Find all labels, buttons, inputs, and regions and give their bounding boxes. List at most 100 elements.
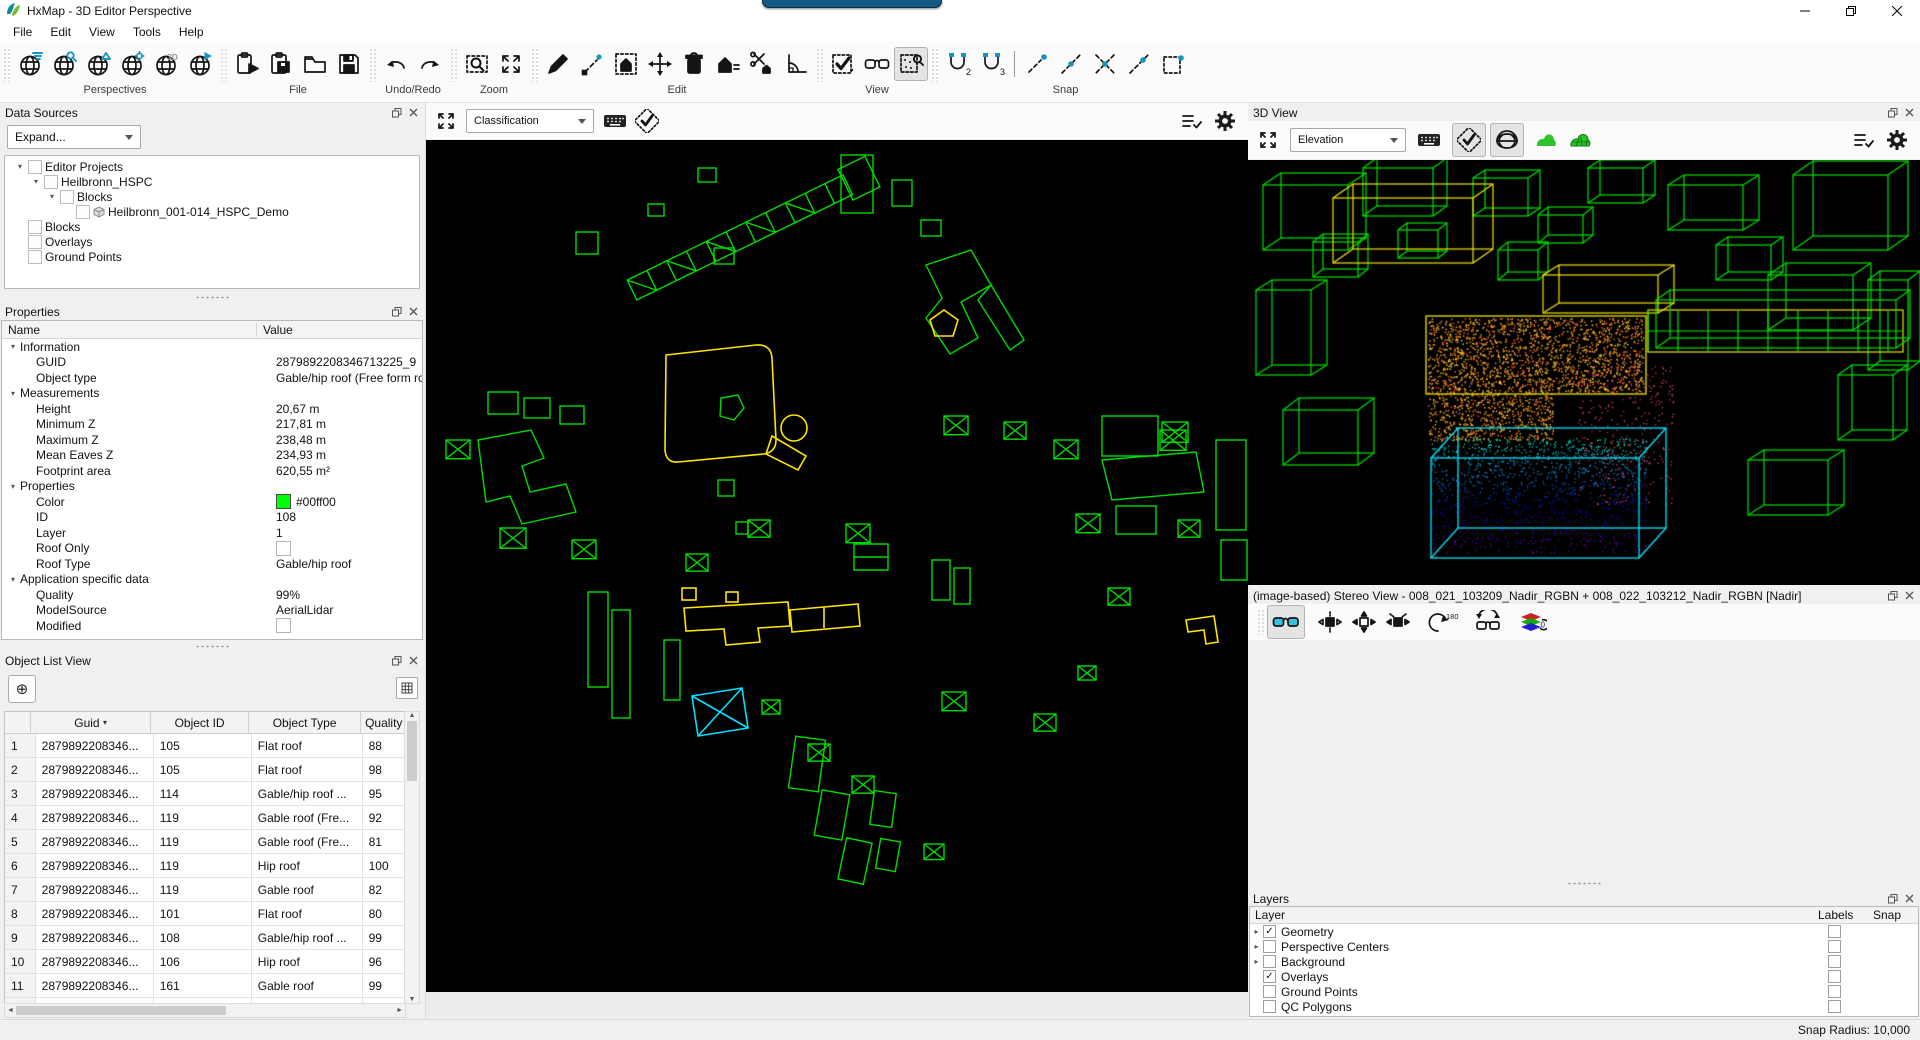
digitize-building-icon[interactable] bbox=[609, 47, 643, 81]
color-swatch[interactable] bbox=[276, 494, 291, 509]
layer-expand-icon[interactable]: ▸ bbox=[1250, 957, 1263, 966]
close-panel-icon[interactable] bbox=[1902, 106, 1916, 119]
tree-item[interactable]: ▾ Heilbronn_001-014_HSPC_Demo bbox=[9, 204, 419, 219]
layer-visibility-checkbox[interactable] bbox=[1263, 1000, 1276, 1013]
group-caret-icon[interactable]: ▾ bbox=[6, 389, 20, 398]
keyboard-icon[interactable] bbox=[1414, 123, 1444, 157]
layer-labels-checkbox[interactable] bbox=[1828, 940, 1841, 953]
group-caret-icon[interactable]: ▾ bbox=[6, 342, 20, 351]
open-folder-icon[interactable] bbox=[298, 47, 332, 81]
table-settings-button[interactable] bbox=[396, 677, 418, 699]
image-view-icon[interactable] bbox=[894, 47, 928, 81]
keyboard-icon[interactable] bbox=[600, 104, 630, 138]
fit-view-icon[interactable] bbox=[432, 107, 460, 135]
property-value-cell[interactable]: 238,48 m bbox=[270, 433, 422, 447]
table-row[interactable]: 3 2879892208346... 114 Gable/hip roof ..… bbox=[5, 782, 405, 806]
visibility-filter-icon[interactable] bbox=[826, 47, 860, 81]
scroll-up-icon[interactable]: ▲ bbox=[409, 712, 416, 719]
angle-icon[interactable] bbox=[779, 47, 813, 81]
property-value-cell[interactable]: AerialLidar bbox=[270, 603, 422, 617]
close-panel-icon[interactable] bbox=[1902, 892, 1916, 905]
scrollbar-thumb[interactable] bbox=[407, 721, 417, 781]
view-list-icon[interactable] bbox=[1846, 123, 1880, 157]
toolbar-grip[interactable] bbox=[816, 48, 823, 82]
move-icon[interactable] bbox=[643, 47, 677, 81]
close-panel-icon[interactable] bbox=[406, 106, 420, 119]
layer-expand-icon[interactable]: ▸ bbox=[1250, 927, 1263, 936]
property-value-cell[interactable]: 620,55 m² bbox=[270, 464, 422, 478]
layer-visibility-checkbox[interactable] bbox=[1263, 940, 1276, 953]
globe-search-icon[interactable] bbox=[47, 47, 81, 81]
restore-button[interactable] bbox=[1828, 0, 1874, 22]
property-checkbox[interactable] bbox=[276, 618, 291, 633]
classify-check-icon[interactable] bbox=[1452, 123, 1486, 157]
property-value-cell[interactable]: 2879892208346713225_9 bbox=[270, 355, 422, 369]
float-panel-icon[interactable] bbox=[1886, 589, 1900, 602]
table-row[interactable]: 9 2879892208346... 108 Gable/hip roof ..… bbox=[5, 926, 405, 950]
float-panel-icon[interactable] bbox=[390, 654, 404, 667]
tree-caret-icon[interactable]: ▾ bbox=[45, 192, 59, 201]
horizontal-scrollbar[interactable]: ◄► bbox=[4, 1003, 406, 1018]
menu-item[interactable]: Help bbox=[170, 23, 213, 41]
snap-nearest-icon[interactable] bbox=[1122, 47, 1156, 81]
property-value-cell[interactable]: 1 bbox=[270, 526, 422, 540]
menu-item[interactable]: Tools bbox=[124, 23, 170, 41]
tree-item[interactable]: ▾ Blocks bbox=[9, 219, 419, 234]
globe-polygon-icon[interactable] bbox=[81, 47, 115, 81]
snap-intersection-icon[interactable] bbox=[1088, 47, 1122, 81]
rotate-180-icon[interactable]: 180 bbox=[1423, 605, 1463, 639]
table-row[interactable]: 7 2879892208346... 119 Gable roof 82 bbox=[5, 878, 405, 902]
object-id-column-header[interactable]: Object ID bbox=[151, 712, 249, 733]
cursor-move-left-icon[interactable] bbox=[1313, 605, 1347, 639]
toolbar-grip[interactable] bbox=[220, 48, 227, 82]
layer-visibility-checkbox[interactable]: ✓ bbox=[1263, 970, 1276, 983]
scroll-left-icon[interactable]: ◄ bbox=[7, 1007, 14, 1014]
classify-check-icon[interactable] bbox=[630, 104, 664, 138]
globe-3d-icon[interactable]: 3D bbox=[149, 47, 183, 81]
globe-filter-icon[interactable] bbox=[13, 47, 47, 81]
layer-row[interactable]: ▸ ✓ Overlays bbox=[1250, 969, 1918, 984]
tree-item[interactable]: ▾ Editor Projects bbox=[9, 159, 419, 174]
scroll-right-icon[interactable]: ► bbox=[396, 1007, 403, 1014]
undo-icon[interactable] bbox=[379, 47, 413, 81]
tree-checkbox[interactable] bbox=[60, 190, 74, 204]
property-value-cell[interactable]: #00ff00 bbox=[270, 494, 422, 509]
expand-select[interactable]: Expand... bbox=[7, 125, 141, 149]
property-value-cell[interactable] bbox=[270, 618, 422, 633]
property-value-cell[interactable]: 99% bbox=[270, 588, 422, 602]
panel-splitter[interactable] bbox=[0, 293, 424, 302]
layer-row[interactable]: ▸ Background bbox=[1250, 954, 1918, 969]
tree-checkbox[interactable] bbox=[28, 235, 42, 249]
table-row[interactable]: 10 2879892208346... 106 Hip roof 96 bbox=[5, 950, 405, 974]
float-panel-icon[interactable] bbox=[1886, 892, 1900, 905]
mesh-model-icon[interactable] bbox=[1564, 123, 1598, 157]
magnet-2-icon[interactable]: 2 bbox=[941, 47, 975, 81]
fit-view-icon[interactable] bbox=[1254, 126, 1282, 154]
snap-midpoint-icon[interactable] bbox=[1054, 47, 1088, 81]
tree-checkbox[interactable] bbox=[44, 175, 58, 189]
building-attributes-icon[interactable] bbox=[711, 47, 745, 81]
table-row[interactable]: 5 2879892208346... 119 Gable roof (Fre..… bbox=[5, 830, 405, 854]
close-panel-icon[interactable] bbox=[406, 654, 420, 667]
cursor-move-right-icon[interactable] bbox=[1381, 605, 1415, 639]
tree-item[interactable]: ▾ Heilbronn_HSPC bbox=[9, 174, 419, 189]
group-caret-icon[interactable]: ▾ bbox=[6, 575, 20, 584]
close-panel-icon[interactable] bbox=[1902, 589, 1916, 602]
layer-row[interactable]: ▸ Ground Points bbox=[1250, 984, 1918, 999]
float-panel-icon[interactable] bbox=[390, 106, 404, 119]
draw-line-icon[interactable] bbox=[575, 47, 609, 81]
guid-column-header[interactable]: Guid ▾ bbox=[31, 712, 151, 733]
snap-endpoint-icon[interactable] bbox=[1020, 47, 1054, 81]
layer-row[interactable]: ▸ ✓ Geometry bbox=[1250, 924, 1918, 939]
swap-stereo-icon[interactable] bbox=[1469, 605, 1507, 639]
tree-item[interactable]: ▾ Blocks bbox=[9, 189, 419, 204]
layer-labels-checkbox[interactable] bbox=[1828, 925, 1841, 938]
paste-save-icon[interactable] bbox=[264, 47, 298, 81]
stereo-glasses-icon[interactable] bbox=[860, 47, 894, 81]
toolbar-grip[interactable] bbox=[531, 48, 538, 82]
layer-visibility-checkbox[interactable] bbox=[1263, 985, 1276, 998]
tree-checkbox[interactable] bbox=[28, 250, 42, 264]
split-building-icon[interactable] bbox=[745, 47, 779, 81]
tree-checkbox[interactable] bbox=[28, 220, 42, 234]
mesh-dome-icon[interactable] bbox=[1490, 123, 1524, 157]
